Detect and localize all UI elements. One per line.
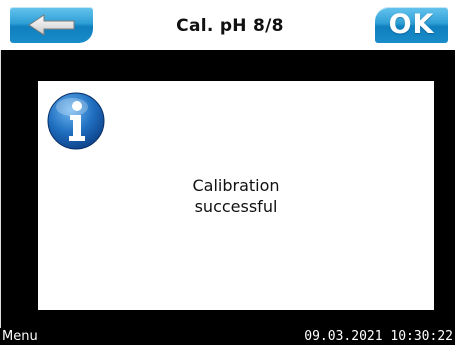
left-border-line xyxy=(0,50,1,328)
device-screen: Cal. pH 8/8 OK Calibration successful Me… xyxy=(0,0,455,345)
menu-link[interactable]: Menu xyxy=(2,329,38,345)
message-dialog: Calibration successful xyxy=(38,81,434,310)
arrow-left-icon xyxy=(28,14,75,36)
datetime-display: 09.03.2021 10:30:22 xyxy=(304,329,453,344)
status-bar: Menu 09.03.2021 10:30:22 xyxy=(0,328,455,345)
message-line-1: Calibration xyxy=(192,176,280,195)
ok-button[interactable]: OK xyxy=(375,7,448,43)
ok-button-label: OK xyxy=(388,9,435,40)
status-message: Calibration successful xyxy=(98,175,374,217)
title-bar: Cal. pH 8/8 OK xyxy=(0,0,455,50)
message-line-2: successful xyxy=(194,197,278,216)
page-title: Cal. pH 8/8 xyxy=(176,16,284,36)
info-icon xyxy=(47,92,105,150)
back-button[interactable] xyxy=(10,7,93,43)
